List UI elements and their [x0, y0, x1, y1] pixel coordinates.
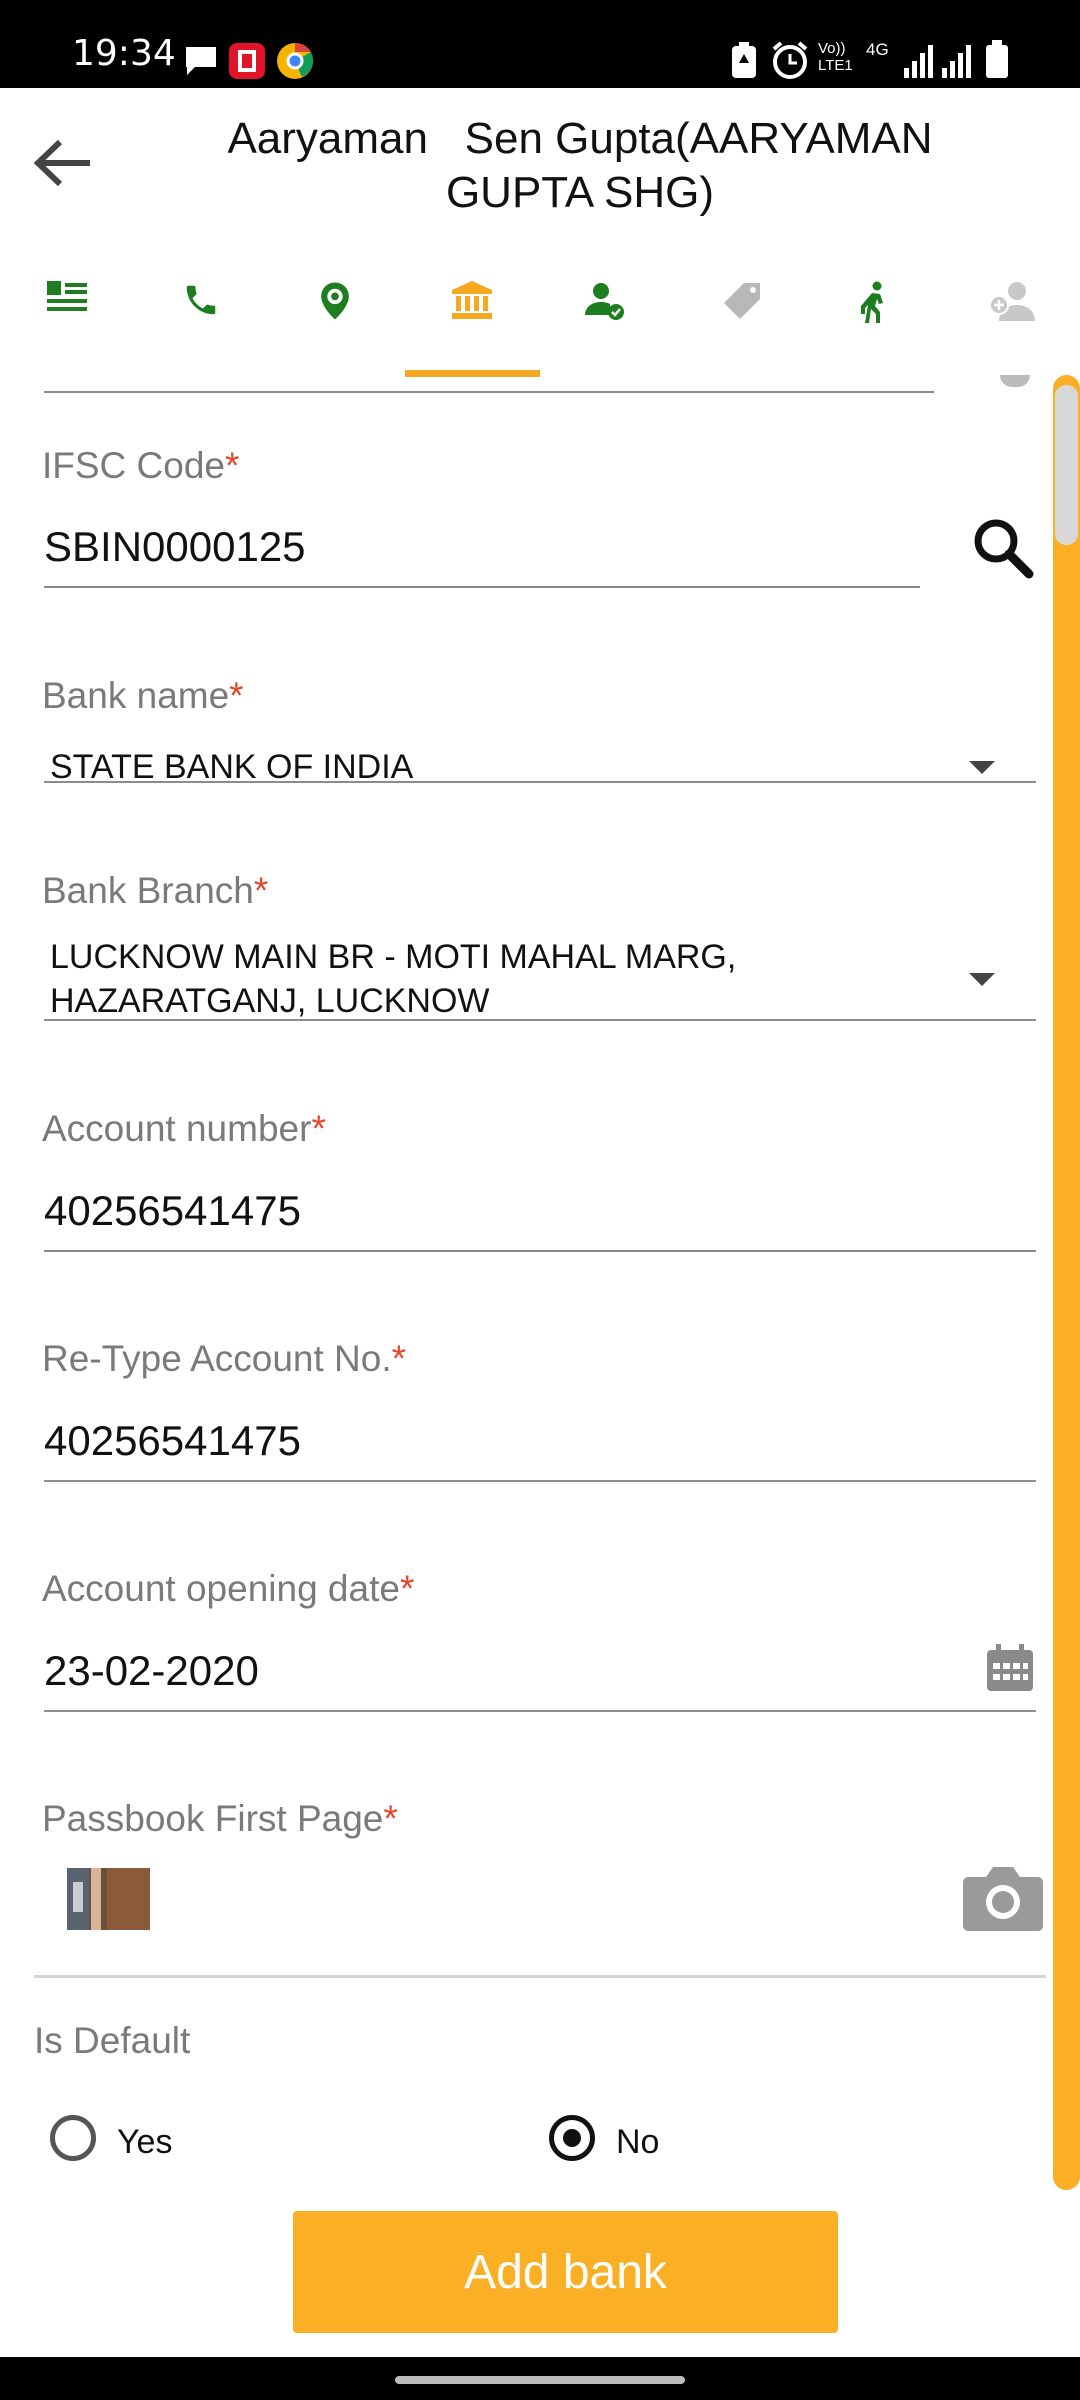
back-button[interactable]	[30, 130, 106, 206]
page-title: Aaryaman Sen Gupta(AARYAMAN GUPTA SHG)	[120, 112, 1040, 220]
account-number-label: Account number*	[42, 1108, 326, 1150]
ifsc-label: IFSC Code*	[42, 445, 239, 487]
is-default-label: Is Default	[34, 2020, 191, 2061]
required-mark: *	[311, 1108, 326, 1149]
tab-activity[interactable]	[808, 245, 942, 370]
opening-date-label-text: Account opening date	[42, 1568, 400, 1609]
signal-r-icon	[940, 44, 974, 83]
passbook-label-text: Passbook First Page	[42, 1798, 384, 1839]
required-mark: *	[399, 1568, 415, 1609]
status-time: 19:34	[72, 33, 176, 74]
user-check-icon	[585, 283, 624, 320]
divider	[34, 1975, 1046, 1978]
tab-phone[interactable]	[134, 245, 268, 370]
battery-saver-icon	[730, 42, 758, 85]
page-title-line2: GUPTA SHG)	[445, 168, 715, 217]
list-icon	[47, 281, 87, 311]
tab-user-verified[interactable]	[538, 245, 672, 370]
bank-branch-underline	[44, 1019, 1036, 1021]
kfc-app-icon	[228, 42, 266, 85]
required-mark: *	[391, 1338, 407, 1379]
radio-yes-option[interactable]: Yes	[50, 2115, 250, 2171]
alarm-icon	[770, 40, 810, 85]
previous-field-underline	[44, 391, 934, 393]
chevron-down-icon	[969, 973, 995, 986]
tag-icon	[724, 283, 760, 319]
passbook-label: Passbook First Page*	[42, 1798, 398, 1840]
user-add-icon	[989, 282, 1035, 321]
bank-branch-label: Bank Branch*	[42, 870, 268, 912]
tab-add-member[interactable]	[945, 245, 1079, 370]
ifsc-input[interactable]: SBIN0000125	[44, 523, 306, 571]
tab-tag[interactable]	[675, 245, 809, 370]
bank-icon	[452, 281, 492, 319]
opening-date-underline	[44, 1710, 1036, 1712]
ifsc-search-button[interactable]	[970, 515, 1040, 585]
bank-name-dropdown[interactable]: STATE BANK OF INDIA	[44, 730, 1036, 800]
opening-date-input[interactable]: 23-02-2020	[44, 1647, 259, 1695]
chevron-down-icon	[969, 761, 995, 774]
system-nav-bar	[0, 2357, 1080, 2400]
account-number-underline	[44, 1250, 1036, 1252]
tab-location[interactable]	[268, 245, 402, 370]
radio-no[interactable]	[549, 2115, 595, 2161]
bank-name-label-text: Bank name	[42, 675, 230, 716]
tab-bar	[0, 245, 1080, 377]
opening-date-label: Account opening date*	[42, 1568, 414, 1610]
message-icon	[183, 44, 219, 83]
location-pin-icon	[321, 282, 349, 320]
scrollbar[interactable]	[1053, 375, 1080, 2190]
account-number-input[interactable]: 40256541475	[44, 1187, 301, 1235]
tab-bank[interactable]	[405, 245, 539, 370]
retype-account-label: Re-Type Account No.*	[42, 1338, 406, 1380]
radio-no-option[interactable]: No	[549, 2115, 749, 2171]
required-mark: *	[225, 445, 240, 486]
calendar-button[interactable]	[985, 1643, 1037, 1695]
arrow-left-icon	[33, 139, 90, 187]
walking-person-icon	[861, 281, 883, 323]
ifsc-underline	[44, 586, 920, 588]
bank-branch-value-line1: LUCKNOW MAIN BR - MOTI MAHAL MARG,	[50, 938, 737, 976]
volte-icon: Vo)) LTE1	[818, 40, 853, 74]
app-header: Aaryaman Sen Gupta(AARYAMAN GUPTA SHG)	[0, 88, 1080, 238]
status-bar: 19:34 Vo)) LTE1 4G	[0, 0, 1080, 88]
required-mark: *	[383, 1798, 398, 1839]
home-gesture-handle[interactable]	[395, 2376, 685, 2384]
radio-no-label: No	[616, 2123, 660, 2161]
page-title-line1: Aaryaman Sen Gupta(AARYAMAN	[227, 114, 933, 163]
camera-icon	[963, 1867, 1043, 1931]
scrollbar-thumb[interactable]	[1055, 385, 1078, 545]
bank-branch-value-line2: HAZARATGANJ, LUCKNOW	[50, 982, 490, 1020]
4g-icon: 4G	[866, 40, 889, 59]
bank-branch-label-text: Bank Branch	[42, 870, 254, 911]
add-bank-button[interactable]: Add bank	[293, 2211, 838, 2333]
radio-yes[interactable]	[50, 2115, 96, 2161]
radio-yes-label: Yes	[117, 2123, 173, 2161]
required-mark: *	[229, 675, 244, 716]
phone-icon	[186, 285, 216, 315]
retype-account-label-text: Re-Type Account No.	[42, 1338, 392, 1379]
chrome-like-icon	[276, 42, 314, 85]
camera-button[interactable]	[962, 1863, 1046, 1935]
passbook-thumbnail[interactable]	[67, 1868, 150, 1930]
retype-account-underline	[44, 1480, 1036, 1482]
signal-icon	[902, 44, 936, 83]
ifsc-label-text: IFSC Code	[42, 445, 226, 486]
previous-field-icon	[1000, 375, 1030, 387]
bank-form: IFSC Code* SBIN0000125 Bank name* STATE …	[0, 375, 1080, 2200]
search-icon	[974, 519, 1034, 579]
account-number-label-text: Account number	[42, 1108, 312, 1149]
tab-details[interactable]	[0, 245, 134, 370]
battery-icon	[985, 40, 1009, 83]
bank-name-label: Bank name*	[42, 675, 244, 717]
calendar-icon	[987, 1644, 1033, 1691]
bank-name-underline	[44, 781, 1036, 783]
required-mark: *	[253, 870, 269, 911]
retype-account-input[interactable]: 40256541475	[44, 1417, 301, 1465]
bank-branch-value: LUCKNOW MAIN BR - MOTI MAHAL MARG, HAZAR…	[50, 935, 736, 1023]
